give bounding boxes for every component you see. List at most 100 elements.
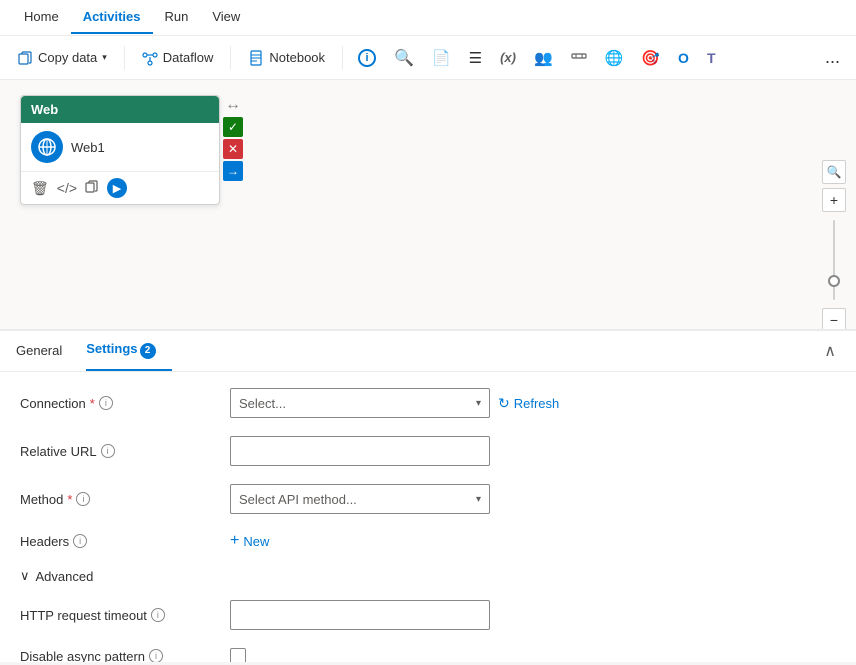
- dataflow-icon: [142, 50, 158, 66]
- table-toolbar-icon: 📄: [432, 49, 451, 67]
- relative-url-row: Relative URL i: [20, 436, 836, 466]
- people-toolbar-button[interactable]: 👥: [527, 43, 560, 73]
- connection-select[interactable]: Select... ▾: [230, 388, 490, 418]
- pipe-toolbar-icon: [571, 48, 587, 67]
- teams-toolbar-icon: T: [707, 50, 716, 66]
- advanced-chevron-icon: ∨: [20, 568, 30, 584]
- relative-url-label: Relative URL i: [20, 444, 230, 459]
- node-card-body: Web1: [21, 123, 219, 172]
- copy-data-button[interactable]: Copy data ▾: [8, 44, 116, 72]
- info-toolbar-button[interactable]: i: [351, 43, 383, 73]
- zoom-out-button[interactable]: −: [822, 308, 846, 330]
- connection-row: Connection * i Select... ▾ ↻ Refresh: [20, 388, 836, 418]
- notebook-button[interactable]: Notebook: [239, 44, 334, 72]
- advanced-toggle[interactable]: ∨ Advanced: [20, 568, 836, 584]
- node-globe-icon: [31, 131, 63, 163]
- relative-url-info-icon[interactable]: i: [101, 444, 115, 458]
- top-nav: Home Activities Run View: [0, 0, 856, 36]
- dataflow-label: Dataflow: [163, 50, 214, 65]
- code-node-icon[interactable]: </>: [57, 180, 77, 196]
- connection-select-value: Select...: [239, 396, 286, 411]
- settings-panel: General Settings2 ∧ Connection * i Selec…: [0, 330, 856, 662]
- search-toolbar-button[interactable]: 🔍: [387, 42, 421, 74]
- node-card-footer: 🗑 </> ▶: [21, 172, 219, 204]
- http-timeout-input[interactable]: [230, 600, 490, 630]
- people-toolbar-icon: 👥: [534, 49, 553, 67]
- notebook-label: Notebook: [269, 50, 325, 65]
- separator-2: [230, 46, 231, 70]
- teams-toolbar-button[interactable]: T: [700, 44, 723, 72]
- zoom-thumb[interactable]: [828, 275, 840, 287]
- tab-settings[interactable]: Settings2: [86, 331, 171, 371]
- connection-control: Select... ▾ ↻ Refresh: [230, 388, 836, 418]
- toolbar: Copy data ▾ Dataflow Notebook: [0, 36, 856, 80]
- separator-1: [124, 46, 125, 70]
- list-toolbar-button[interactable]: ☰: [462, 43, 489, 73]
- tab-run[interactable]: Run: [153, 1, 201, 34]
- dataflow-button[interactable]: Dataflow: [133, 44, 223, 72]
- more-toolbar-button[interactable]: ...: [817, 43, 848, 72]
- globe-toolbar-icon: 🌐: [605, 49, 624, 67]
- tab-view[interactable]: View: [200, 1, 252, 34]
- settings-badge: 2: [140, 343, 156, 359]
- target-toolbar-button[interactable]: 🎯: [634, 43, 667, 73]
- disable-async-row: Disable async pattern i: [20, 648, 836, 662]
- skip-icon: →: [223, 161, 243, 181]
- http-timeout-control: [230, 600, 836, 630]
- method-required: *: [67, 492, 72, 507]
- collapse-button[interactable]: ∧: [820, 337, 840, 365]
- disable-async-info-icon[interactable]: i: [149, 649, 163, 662]
- variable-toolbar-button[interactable]: (x): [493, 44, 523, 71]
- headers-row: Headers i + New: [20, 532, 836, 550]
- headers-control: + New: [230, 532, 836, 550]
- refresh-button[interactable]: ↻ Refresh: [498, 395, 559, 412]
- node-card-header: Web: [21, 96, 219, 123]
- zoom-in-button[interactable]: +: [822, 188, 846, 212]
- method-label: Method * i: [20, 492, 230, 507]
- disable-async-label: Disable async pattern i: [20, 649, 230, 663]
- target-toolbar-icon: 🎯: [641, 49, 660, 67]
- copy-data-label: Copy data: [38, 50, 97, 65]
- new-plus-icon: +: [230, 532, 239, 550]
- web-node-card[interactable]: Web Web1 🗑 </> ▶: [20, 95, 220, 205]
- expand-icon: ↔: [223, 95, 243, 115]
- headers-label: Headers i: [20, 534, 230, 549]
- outlook-toolbar-icon: O: [678, 50, 689, 66]
- tab-general[interactable]: General: [16, 333, 78, 370]
- relative-url-input[interactable]: [230, 436, 490, 466]
- disable-async-checkbox[interactable]: [230, 648, 246, 662]
- copy-icon: [17, 50, 33, 66]
- method-select-chevron: ▾: [476, 494, 481, 505]
- node-name-label: Web1: [71, 140, 105, 155]
- pipe-toolbar-button[interactable]: [564, 42, 594, 73]
- method-select[interactable]: Select API method... ▾: [230, 484, 490, 514]
- headers-info-icon[interactable]: i: [73, 534, 87, 548]
- zoom-track: [833, 220, 835, 300]
- refresh-icon: ↻: [498, 395, 510, 412]
- disable-async-control: [230, 648, 836, 662]
- outlook-toolbar-button[interactable]: O: [671, 44, 696, 72]
- info-toolbar-icon: i: [358, 49, 376, 67]
- canvas-area: Web Web1 🗑 </> ▶: [0, 80, 856, 330]
- method-info-icon[interactable]: i: [76, 492, 90, 506]
- tab-activities[interactable]: Activities: [71, 1, 153, 34]
- advanced-label: Advanced: [36, 569, 94, 584]
- list-toolbar-icon: ☰: [469, 49, 482, 67]
- table-toolbar-button[interactable]: 📄: [425, 43, 458, 73]
- connection-info-icon[interactable]: i: [99, 396, 113, 410]
- method-select-value: Select API method...: [239, 492, 357, 507]
- globe-toolbar-button[interactable]: 🌐: [598, 43, 631, 73]
- run-node-icon[interactable]: ▶: [107, 178, 127, 198]
- error-icon: ✕: [223, 139, 243, 159]
- method-control: Select API method... ▾: [230, 484, 836, 514]
- delete-node-icon[interactable]: 🗑: [31, 180, 49, 197]
- tab-home[interactable]: Home: [12, 1, 71, 34]
- http-timeout-info-icon[interactable]: i: [151, 608, 165, 622]
- zoom-search-button[interactable]: 🔍: [822, 160, 846, 184]
- notebook-icon: [248, 50, 264, 66]
- new-button[interactable]: + New: [230, 532, 269, 550]
- relative-url-control: [230, 436, 836, 466]
- node-side-icons: ↔ ✓ ✕ →: [223, 95, 243, 181]
- connection-label: Connection * i: [20, 396, 230, 411]
- copy-node-icon[interactable]: [85, 180, 99, 197]
